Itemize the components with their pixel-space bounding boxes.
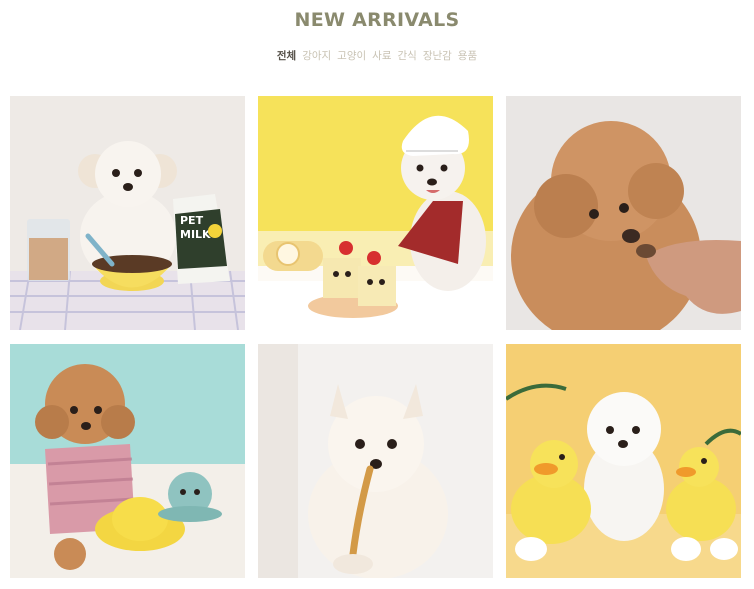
section-title: NEW ARRIVALS: [294, 9, 460, 31]
pouch-label-milk: MILK: [180, 228, 211, 241]
product-card-duck-toys[interactable]: [506, 344, 741, 578]
product-card-chef-cake[interactable]: [258, 96, 493, 330]
product-card-octopus-toy[interactable]: [10, 344, 245, 578]
tab-cat[interactable]: 고양이: [337, 48, 366, 63]
product-card-pet-milk[interactable]: PET MILK: [10, 96, 245, 330]
tab-supplies[interactable]: 용품: [458, 48, 477, 63]
tab-snack[interactable]: 간식: [397, 48, 416, 63]
pouch-label-pet: PET: [180, 214, 204, 227]
category-tabs: 전체 강아지 고양이 사료 간식 장난감 용품: [0, 48, 754, 63]
tab-dog[interactable]: 강아지: [302, 48, 331, 63]
product-image-poodle-eating-treat: [506, 96, 741, 330]
tab-food[interactable]: 사료: [372, 48, 391, 63]
tab-all[interactable]: 전체: [277, 48, 296, 63]
product-image-pomeranian-with-chew-stick: [258, 344, 493, 578]
product-card-poodle-treat[interactable]: [506, 96, 741, 330]
product-grid: PET MILK: [10, 96, 742, 578]
product-image-dog-chef-with-cake: [258, 96, 493, 330]
product-image-dog-with-pet-milk: PET MILK: [10, 96, 245, 330]
new-arrivals-section: NEW ARRIVALS 전체 강아지 고양이 사료 간식 장난감 용품 PET…: [0, 0, 754, 589]
product-image-poodle-with-octopus-toy: [10, 344, 245, 578]
product-image-bichon-with-duck-toys: [506, 344, 741, 578]
product-card-chew-stick[interactable]: [258, 344, 493, 578]
tab-toy[interactable]: 장난감: [423, 48, 452, 63]
